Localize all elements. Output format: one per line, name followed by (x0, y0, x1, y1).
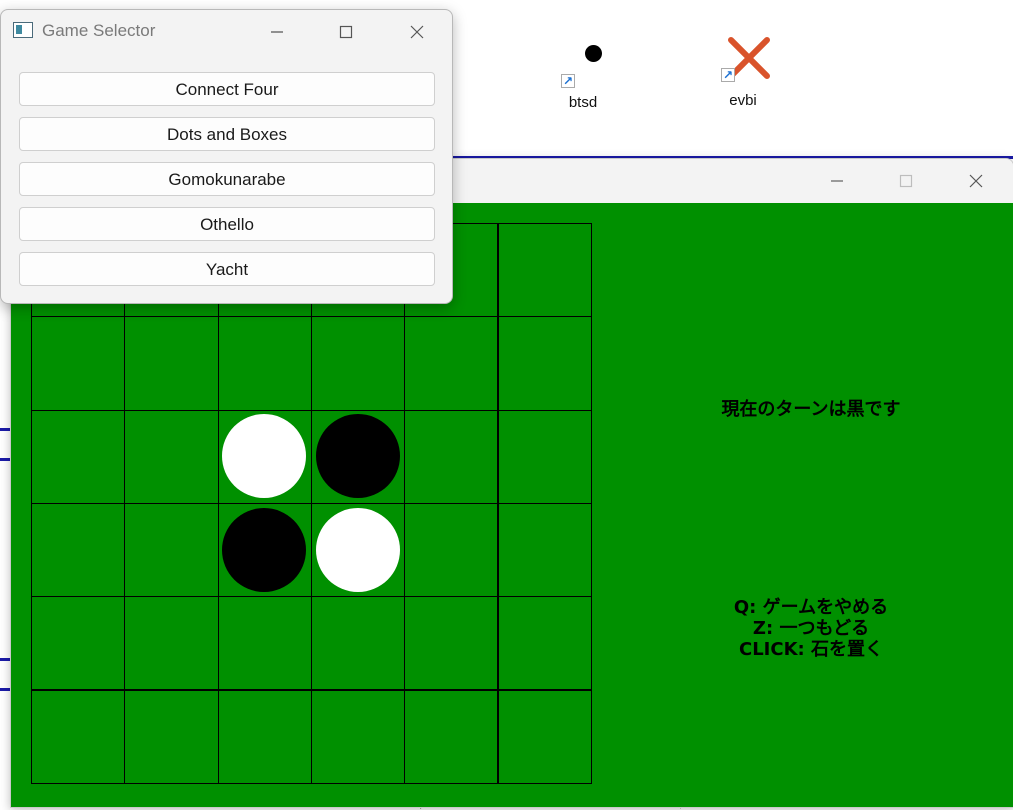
maximize-button[interactable] (883, 159, 929, 203)
desktop-icon-label: evbi (729, 92, 757, 109)
board-cell[interactable] (497, 316, 592, 411)
board-cell[interactable] (497, 596, 592, 691)
board-cell[interactable] (217, 689, 312, 784)
close-icon (410, 25, 424, 39)
window-title: Game Selector (42, 21, 156, 40)
board-cell[interactable] (497, 502, 592, 598)
black-dot-icon: ↗ (559, 42, 607, 90)
board-cell[interactable] (124, 502, 219, 598)
help-line-quit: Q: ゲームをやめる (733, 597, 889, 618)
white-stone (315, 507, 400, 592)
minimize-button[interactable] (254, 10, 300, 54)
shortcut-arrow-icon: ↗ (561, 74, 575, 88)
board-cell[interactable] (124, 596, 219, 691)
close-button[interactable] (394, 10, 440, 54)
maximize-icon (899, 174, 913, 188)
board-cell[interactable] (497, 223, 592, 318)
board-cell[interactable] (497, 689, 592, 784)
shortcut-arrow-icon: ↗ (721, 68, 735, 82)
help-line-undo: Z: 一つもどる (752, 618, 870, 639)
white-stone (222, 414, 307, 499)
board-cell[interactable] (310, 689, 406, 784)
controls-help: Q: ゲームをやめる Z: 一つもどる CLICK: 石を置く (671, 597, 951, 660)
board-cell[interactable] (217, 316, 312, 411)
minimize-icon (271, 31, 283, 33)
board-cell[interactable] (31, 409, 126, 504)
black-stone (222, 507, 307, 592)
board-cell[interactable] (404, 596, 499, 691)
board-cell[interactable] (310, 596, 406, 691)
dots-and-boxes-button[interactable]: Dots and Boxes (19, 117, 435, 151)
gomokunarabe-button[interactable]: Gomokunarabe (19, 162, 435, 196)
connect-four-button[interactable]: Connect Four (19, 72, 435, 106)
board-cell[interactable] (31, 502, 126, 598)
board-cell[interactable] (124, 409, 219, 504)
minimize-icon (831, 180, 843, 182)
minimize-button[interactable] (814, 159, 860, 203)
maximize-button[interactable] (323, 10, 369, 54)
board-cell[interactable] (31, 596, 126, 691)
board-cell[interactable] (404, 409, 499, 504)
board-cell[interactable] (31, 689, 126, 784)
othello-board[interactable] (31, 223, 592, 784)
turn-status: 現在のターンは黒です (721, 399, 901, 420)
help-line-place: CLICK: 石を置く (739, 639, 883, 660)
black-stone (315, 414, 400, 499)
board-cell[interactable] (497, 409, 592, 504)
board-cell[interactable] (404, 316, 499, 411)
board-cell[interactable] (217, 596, 312, 691)
desktop-shortcut-btsd[interactable]: ↗ btsd (548, 42, 618, 111)
close-icon (969, 174, 983, 188)
board-cell[interactable] (124, 689, 219, 784)
board-cell[interactable] (124, 316, 219, 411)
yacht-button[interactable]: Yacht (19, 252, 435, 286)
window-titlebar[interactable]: Game Selector (1, 10, 452, 54)
red-x-icon: ↗ (719, 36, 770, 84)
desktop-icon-label: btsd (568, 94, 598, 111)
desktop-shortcut-evbi[interactable]: ↗ evbi (708, 36, 778, 109)
othello-button[interactable]: Othello (19, 207, 435, 241)
board-cell[interactable] (404, 689, 499, 784)
close-button[interactable] (953, 159, 999, 203)
board-cell[interactable] (310, 316, 406, 411)
maximize-icon (339, 25, 353, 39)
board-cell[interactable] (31, 316, 126, 411)
game-selector-window[interactable]: Game Selector Connect Four Dots and Boxe… (0, 9, 453, 304)
app-icon (13, 22, 33, 38)
game-list: Connect Four Dots and Boxes Gomokunarabe… (19, 72, 435, 297)
board-cell[interactable] (404, 502, 499, 598)
